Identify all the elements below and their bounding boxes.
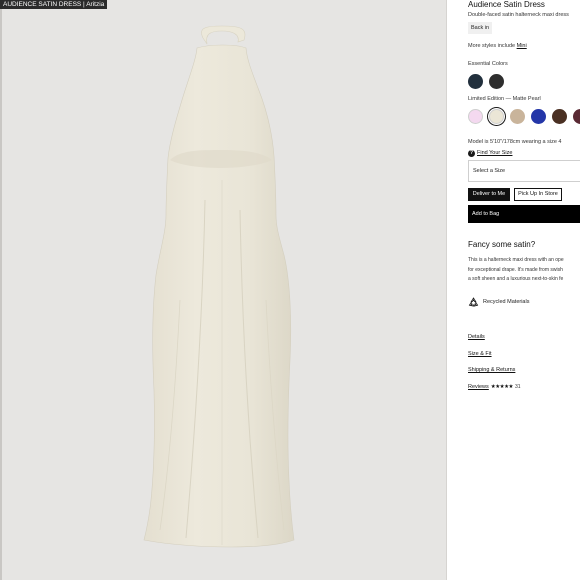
help-icon: ? xyxy=(468,149,475,157)
model-size-note: Model is 5'10"/178cm wearing a size 4 xyxy=(468,139,562,145)
size-fit-link[interactable]: Size & Fit xyxy=(468,351,492,357)
about-heading: Fancy some satin? xyxy=(468,240,536,249)
product-subtitle: Double-faced satin halterneck maxi dress xyxy=(468,12,569,18)
more-styles-prefix: More styles include xyxy=(468,43,517,49)
shipping-returns-link[interactable]: Shipping & Returns xyxy=(468,367,515,373)
description-line: for exceptional drape. It's made from sw… xyxy=(468,266,563,273)
reviews-row[interactable]: Reviews ★★★★★ 31 xyxy=(468,384,521,390)
product-info-panel: Audience Satin Dress Double-faced satin … xyxy=(468,0,580,580)
size-select[interactable]: Select a Size xyxy=(468,160,580,182)
color-swatch-brown[interactable] xyxy=(552,109,567,124)
pick-up-in-store-button[interactable]: Pick Up In Store xyxy=(514,188,562,201)
recycle-icon xyxy=(468,296,479,307)
color-swatch-navy[interactable] xyxy=(468,74,483,89)
add-to-bag-button[interactable]: Add to Bag xyxy=(468,205,580,223)
star-rating: ★★★★★ xyxy=(490,384,514,390)
size-select-placeholder: Select a Size xyxy=(473,168,506,174)
recycled-materials: Recycled Materials xyxy=(468,296,529,308)
product-dress-image xyxy=(143,25,295,548)
color-swatch-charcoal[interactable] xyxy=(489,74,504,89)
color-swatch-plum[interactable] xyxy=(573,109,580,124)
window-tab-title: AUDIENCE SATIN DRESS | Aritzia xyxy=(0,0,108,9)
reviews-link[interactable]: Reviews xyxy=(468,384,489,390)
product-description: This is a halterneck maxi dress with an … xyxy=(468,256,580,285)
color-swatch-blue[interactable] xyxy=(531,109,546,124)
color-swatch-matte-pearl[interactable] xyxy=(489,109,504,124)
more-styles-link[interactable]: Mini xyxy=(517,43,527,49)
product-image-pane[interactable]: AUDIENCE SATIN DRESS | Aritzia xyxy=(0,0,447,580)
find-size-row[interactable]: ? Find Your Size xyxy=(468,149,512,157)
product-title: Audience Satin Dress xyxy=(468,0,545,9)
review-count: 31 xyxy=(514,384,521,390)
details-link[interactable]: Details xyxy=(468,334,485,340)
essential-colors-label: Essential Colors xyxy=(468,61,508,67)
recycled-label: Recycled Materials xyxy=(483,299,530,305)
description-line: a soft sheen and a luxurious next-to-ski… xyxy=(468,276,564,282)
color-swatch-taupe[interactable] xyxy=(510,109,525,124)
color-swatch-pink[interactable] xyxy=(468,109,483,124)
find-size-link[interactable]: Find Your Size xyxy=(477,150,512,156)
stock-badge: Back in xyxy=(468,22,493,34)
image-right-edge xyxy=(446,0,447,580)
description-line: This is a halterneck maxi dress with an … xyxy=(468,257,564,263)
more-styles: More styles include Mini xyxy=(468,43,527,49)
deliver-to-me-button[interactable]: Deliver to Me xyxy=(468,188,510,201)
limited-edition-label: Limited Edition — Matte Pearl xyxy=(468,96,541,102)
